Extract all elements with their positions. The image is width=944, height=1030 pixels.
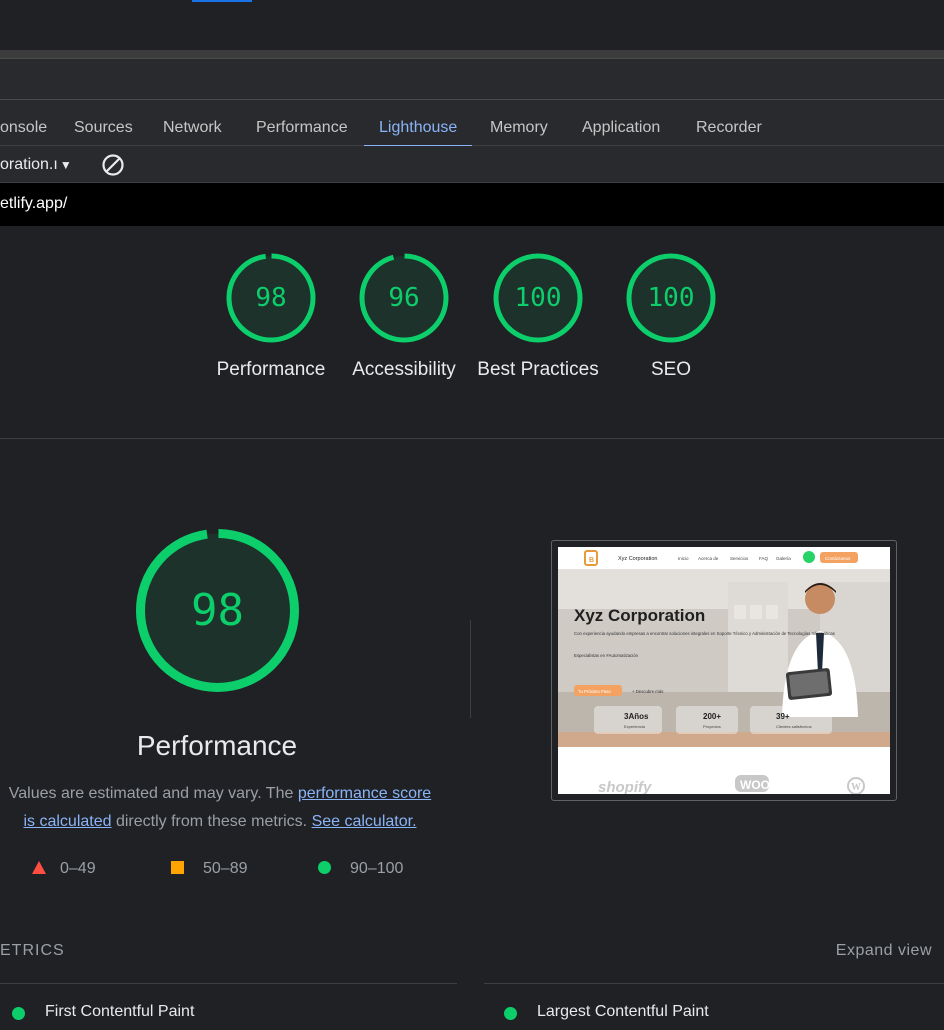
top-accent-bar — [192, 0, 252, 2]
performance-score: 98 — [191, 585, 244, 636]
legend-pass: 90–100 — [318, 858, 403, 880]
svg-text:Xyz Corporation: Xyz Corporation — [618, 556, 657, 562]
svg-text:B: B — [589, 557, 594, 564]
svg-text:WOO: WOO — [740, 778, 770, 792]
svg-text:Proyectos: Proyectos — [703, 724, 721, 729]
triangle-icon — [32, 861, 46, 874]
legend-fail: 0–49 — [32, 858, 96, 880]
gauge-seo[interactable]: 100 — [625, 252, 717, 344]
gauge-best-practices[interactable]: 100 — [492, 252, 584, 344]
expand-view-toggle[interactable]: Expand view — [836, 942, 932, 960]
svg-text:Acerca de: Acerca de — [698, 556, 719, 561]
svg-text:3Años: 3Años — [624, 712, 649, 721]
desc-text-1: Values are estimated and may vary. The — [8, 785, 298, 802]
tab-sources[interactable]: Sources — [63, 110, 144, 146]
desc-text-2: directly from these metrics. — [111, 813, 312, 830]
metrics-divider-right — [484, 983, 944, 984]
lighthouse-toolbar: oration.ı ▼ — [0, 146, 944, 183]
legend-range: 90–100 — [350, 860, 404, 877]
svg-text:Especialistas en #Automatizaci: Especialistas en #Automatización — [574, 653, 639, 658]
gauge-label-accessibility: Accessibility — [352, 359, 456, 380]
svg-text:Servicios: Servicios — [730, 556, 749, 561]
svg-text:shopify: shopify — [598, 779, 652, 794]
final-screenshot[interactable]: B Xyz Corporation Inicio Acerca de Servi… — [551, 540, 897, 801]
see-calculator-link[interactable]: See calculator. — [312, 813, 417, 830]
metric-first-contentful-paint: First Contentful Paint — [45, 1003, 195, 1020]
svg-text:200+: 200+ — [703, 712, 721, 721]
svg-text:Tu Próximo Paso: Tu Próximo Paso — [578, 689, 611, 694]
svg-text:Con experiencia ayudando empre: Con experiencia ayudando empresas a enco… — [574, 631, 835, 636]
pass-icon — [12, 1007, 25, 1020]
report-select-label: oration.ı — [0, 156, 58, 173]
metrics-divider-left — [0, 983, 457, 984]
legend-average: 50–89 — [171, 858, 248, 880]
svg-text:W: W — [851, 782, 861, 793]
separator-bar — [0, 50, 944, 58]
performance-title: Performance — [136, 730, 298, 761]
svg-text:Inicio: Inicio — [678, 556, 689, 561]
report-url: etlify.app/ — [0, 195, 68, 212]
svg-text:Clientes satisfechos: Clientes satisfechos — [776, 724, 812, 729]
gauge-label-performance: Performance — [216, 359, 326, 380]
square-icon — [171, 861, 184, 874]
tab-application[interactable]: Application — [571, 110, 671, 146]
gauge-score: 100 — [514, 283, 562, 313]
gauge-score: 96 — [388, 283, 420, 313]
gauge-label-best-practices: Best Practices — [477, 359, 599, 380]
devtools-header — [0, 58, 944, 100]
svg-text:+ Descubre más: + Descubre más — [632, 689, 663, 694]
performance-score-link[interactable]: performance score — [298, 785, 431, 802]
section-divider — [0, 438, 944, 439]
devtools-gap — [0, 100, 944, 110]
performance-description: Values are estimated and may vary. The p… — [0, 780, 440, 836]
metric-largest-contentful-paint: Largest Contentful Paint — [537, 1003, 709, 1020]
legend-range: 50–89 — [203, 860, 248, 877]
svg-text:Experiencia: Experiencia — [624, 724, 646, 729]
svg-text:FAQ: FAQ — [759, 556, 769, 561]
is-calculated-link[interactable]: is calculated — [23, 813, 111, 830]
clear-icon[interactable] — [101, 153, 125, 177]
svg-text:Galería: Galería — [776, 556, 791, 561]
window-top-area — [0, 0, 944, 50]
tab-network[interactable]: Network — [152, 110, 233, 146]
gauge-accessibility[interactable]: 96 — [358, 252, 450, 344]
caret-down-icon: ▼ — [59, 158, 72, 172]
gauge-score: 100 — [647, 283, 695, 313]
devtools-tabbar: onsole Sources Network Performance Light… — [0, 110, 944, 147]
pass-icon — [504, 1007, 517, 1020]
tab-memory[interactable]: Memory — [479, 110, 559, 146]
circle-icon — [318, 861, 331, 874]
gauge-score: 98 — [255, 283, 287, 313]
url-bar: etlify.app/ — [0, 183, 944, 226]
svg-text:39+: 39+ — [776, 712, 790, 721]
gauge-label-seo: SEO — [650, 359, 692, 380]
svg-text:Xyz Corporation: Xyz Corporation — [574, 606, 705, 625]
tab-recorder[interactable]: Recorder — [685, 110, 773, 146]
vertical-divider — [470, 620, 471, 718]
tab-performance[interactable]: Performance — [245, 110, 359, 146]
report-select[interactable]: oration.ı ▼ — [0, 146, 72, 183]
tab-console[interactable]: onsole — [0, 110, 58, 146]
screenshot-image: B Xyz Corporation Inicio Acerca de Servi… — [558, 547, 890, 794]
website-preview: B Xyz Corporation Inicio Acerca de Servi… — [558, 547, 890, 794]
tab-lighthouse[interactable]: Lighthouse — [364, 110, 473, 147]
svg-text:Contáctanos: Contáctanos — [825, 556, 851, 561]
metrics-heading: ETRICS — [0, 942, 65, 959]
legend-range: 0–49 — [60, 860, 96, 877]
gauge-performance[interactable]: 98 — [225, 252, 317, 344]
